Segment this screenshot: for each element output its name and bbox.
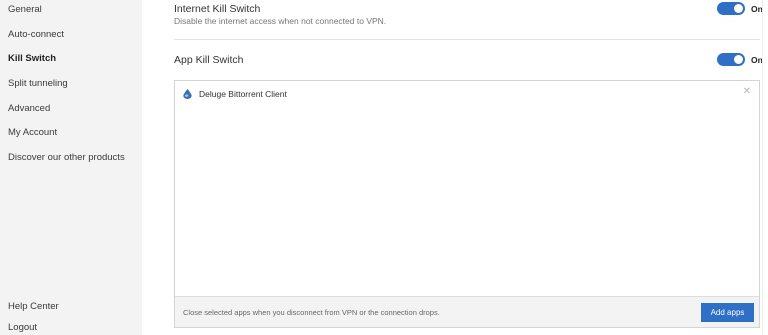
sidebar-item-split-tunneling[interactable]: Split tunneling	[8, 78, 68, 89]
internet-kill-switch-title: Internet Kill Switch	[174, 3, 261, 15]
internet-kill-switch-description: Disable the internet access when not con…	[174, 16, 387, 26]
app-list-box: Deluge Bittorrent Client ✕ Close selecte…	[174, 80, 760, 328]
sidebar-item-kill-switch[interactable]: Kill Switch	[8, 53, 56, 64]
sidebar-item-help-center[interactable]: Help Center	[8, 301, 59, 312]
toggle-knob	[734, 4, 743, 13]
toggle-knob	[734, 55, 743, 64]
sidebar-item-auto-connect[interactable]: Auto-connect	[8, 29, 64, 40]
app-name: Deluge Bittorrent Client	[199, 89, 287, 99]
section-divider	[174, 39, 760, 40]
sidebar-item-logout[interactable]: Logout	[8, 322, 37, 333]
app-kill-switch-toggle[interactable]: On	[717, 53, 763, 66]
add-apps-button[interactable]: Add apps	[701, 303, 754, 322]
app-kill-switch-title: App Kill Switch	[174, 54, 244, 66]
sidebar-item-advanced[interactable]: Advanced	[8, 103, 50, 114]
scrollbar-track[interactable]	[762, 0, 763, 335]
sidebar-item-general[interactable]: General	[8, 4, 42, 15]
internet-kill-switch-toggle[interactable]: On	[717, 2, 763, 15]
sidebar-item-discover-products[interactable]: Discover our other products	[8, 152, 125, 163]
sidebar: General Auto-connect Kill Switch Split t…	[0, 0, 142, 335]
app-list-footer: Close selected apps when you disconnect …	[175, 296, 759, 327]
toggle-track[interactable]	[717, 53, 745, 66]
footer-description: Close selected apps when you disconnect …	[183, 308, 440, 317]
main-panel: Internet Kill Switch Disable the interne…	[142, 0, 768, 335]
sidebar-item-my-account[interactable]: My Account	[8, 127, 57, 138]
deluge-drop-icon	[183, 89, 192, 99]
list-item[interactable]: Deluge Bittorrent Client ✕	[175, 81, 759, 107]
close-icon[interactable]: ✕	[743, 87, 751, 97]
toggle-track[interactable]	[717, 2, 745, 15]
